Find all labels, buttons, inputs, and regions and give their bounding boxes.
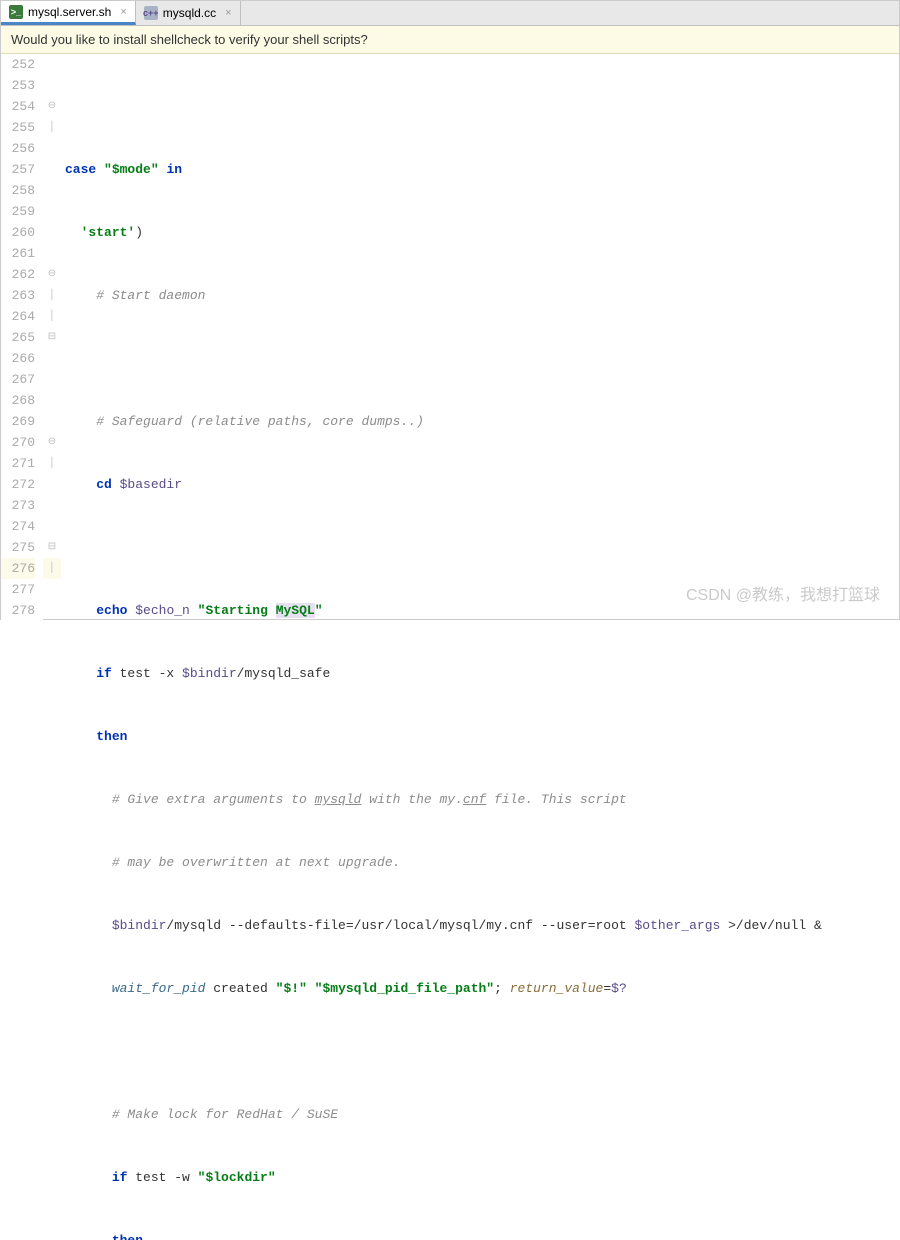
code-editor[interactable]: 2522532542552562572582592602612622632642… [1, 54, 899, 622]
code-area[interactable]: case "$mode" in 'start') # Start daemon … [61, 54, 899, 622]
tab-label: mysqld.cc [163, 6, 216, 20]
tab-mysql-server-sh[interactable]: >_ mysql.server.sh × [1, 1, 136, 25]
close-icon[interactable]: × [221, 7, 231, 19]
shell-file-icon: >_ [9, 5, 23, 19]
tab-label: mysql.server.sh [28, 5, 111, 19]
line-number-gutter: 2522532542552562572582592602612622632642… [1, 54, 43, 622]
shellcheck-banner[interactable]: Would you like to install shellcheck to … [1, 26, 899, 54]
close-icon[interactable]: × [116, 6, 126, 18]
editor-tabs: >_ mysql.server.sh × c++ mysqld.cc × [1, 1, 899, 26]
tab-mysqld-cc[interactable]: c++ mysqld.cc × [136, 1, 241, 25]
fold-gutter: ⊖│⊖││⊟⊖│⊟│ [43, 54, 61, 622]
cpp-file-icon: c++ [144, 6, 158, 20]
banner-text: Would you like to install shellcheck to … [11, 32, 368, 47]
